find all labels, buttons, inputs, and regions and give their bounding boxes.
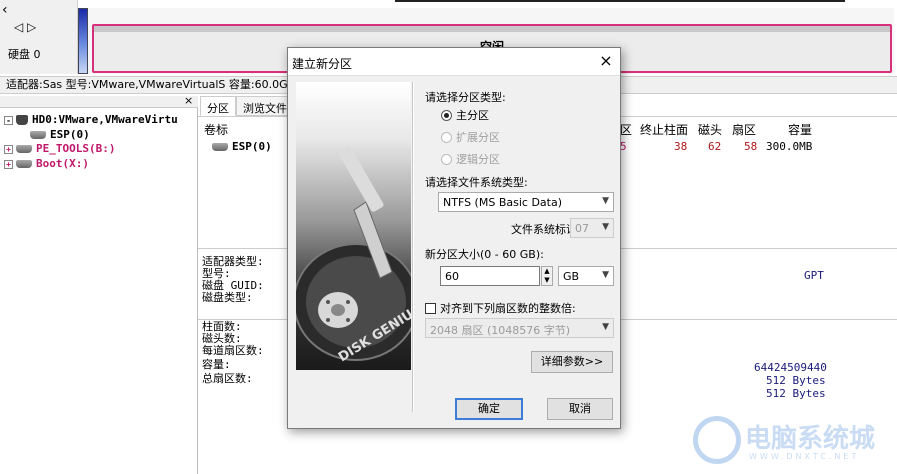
disk-tree: × - HD0:VMware,VMwareVirtu ESP(0) + PE_TOO…	[0, 94, 198, 474]
watermark-logo-icon	[693, 416, 741, 464]
ok-button[interactable]: 确定	[455, 398, 523, 420]
tree-close-icon[interactable]: ×	[184, 94, 193, 107]
col-volume[interactable]: 卷标	[204, 121, 228, 138]
size-label: 新分区大小(0 - 60 GB):	[425, 248, 544, 261]
top-divider	[395, 0, 845, 2]
disk-genius-image: DISK GENIUS	[296, 82, 411, 370]
collapse-icon[interactable]: -	[4, 115, 13, 125]
size-input[interactable]: 60	[440, 266, 540, 286]
total-sectors-label: 总扇区数:	[202, 372, 253, 385]
col-capacity[interactable]: 容量	[788, 121, 812, 138]
radio-extended-partition[interactable]: 扩展分区	[441, 129, 500, 145]
size-unit-select[interactable]: GB ▼	[558, 266, 614, 286]
dialog-divider	[412, 82, 414, 412]
dialog-titlebar[interactable]: 建立新分区 ×	[288, 48, 620, 76]
expand-icon[interactable]: +	[4, 159, 13, 169]
col-end-cylinder[interactable]: 终止柱面	[640, 121, 688, 138]
watermark-url: WWW.DNXTC.NET	[749, 452, 860, 461]
new-partition-dialog: 建立新分区 × DISK GENIUS 请选择分区类型: 主分区 扩展分区 逻辑…	[287, 47, 621, 429]
tree-item-label: HD0:VMware,VMwareVirtu	[32, 113, 178, 126]
watermark-text: 电脑系统城	[745, 424, 876, 454]
chevron-down-icon: ▼	[602, 222, 609, 232]
fs-type-select[interactable]: NTFS (MS Basic Data) ▼	[438, 192, 614, 212]
radio-icon	[441, 154, 452, 165]
col-head[interactable]: 磁头	[698, 121, 722, 138]
align-select[interactable]: 2048 扇区 (1048576 字节) ▼	[425, 318, 614, 338]
tree-item-label: ESP(0)	[50, 128, 90, 141]
row-capacity: 300.0MB	[766, 140, 813, 153]
tree-item-boot[interactable]: + Boot(X:)	[4, 157, 89, 170]
disk-usage-bar[interactable]	[78, 8, 88, 74]
disk-type-label: 磁盘类型:	[202, 291, 253, 304]
disk-label: 硬盘 0	[8, 48, 41, 61]
physical-sector-size-value: 512 Bytes	[766, 387, 826, 400]
fs-id-select[interactable]: 07 ▼	[570, 218, 614, 238]
tab-browse-files[interactable]: 浏览文件	[236, 96, 294, 116]
row-end-cyl: 38	[674, 140, 688, 153]
align-checkbox[interactable]: 对齐到下列扇区数的整数倍:	[425, 300, 576, 316]
harddisk-illustration-icon: DISK GENIUS	[296, 146, 411, 365]
chevron-down-icon: ▼	[602, 196, 609, 206]
watermark: 电脑系统城 WWW.DNXTC.NET	[693, 412, 893, 468]
disk-nav-arrows-icon[interactable]: ◁ ▷	[14, 20, 36, 34]
partition-icon	[16, 160, 32, 168]
fs-type-label: 请选择文件系统类型:	[425, 176, 528, 189]
disk-nav-panel: ‹ ◁ ▷ 硬盘 0	[0, 0, 78, 74]
col-sector[interactable]: 扇区	[732, 121, 756, 138]
partition-type-label: 请选择分区类型:	[425, 91, 506, 104]
chevron-down-icon: ▼	[602, 270, 609, 280]
advanced-params-button[interactable]: 详细参数>>	[531, 351, 613, 373]
disk-type-value: GPT	[804, 269, 824, 282]
tab-partitions[interactable]: 分区	[200, 96, 236, 116]
radio-primary-partition[interactable]: 主分区	[441, 107, 489, 123]
radio-checked-icon	[441, 110, 452, 121]
sector-size-value: 512 Bytes	[766, 374, 826, 387]
capacity-label: 容量:	[202, 358, 231, 371]
partition-icon	[212, 143, 228, 151]
sectors-per-track-label: 每道扇区数:	[202, 344, 264, 357]
tree-item-hd0[interactable]: - HD0:VMware,VMwareVirtu	[4, 113, 178, 126]
expand-icon[interactable]: +	[4, 144, 13, 154]
dialog-title: 建立新分区	[292, 57, 353, 71]
radio-icon	[441, 132, 452, 143]
row-sector: 58	[744, 140, 758, 153]
tree-item-label: Boot(X:)	[36, 157, 89, 170]
tree-item-label: PE_TOOLS(B:)	[36, 142, 116, 155]
back-arrow-icon[interactable]: ‹	[2, 2, 8, 18]
cancel-button[interactable]: 取消	[547, 398, 613, 420]
capacity-value: 64424509440	[754, 361, 827, 374]
radio-logical-partition[interactable]: 逻辑分区	[441, 151, 500, 167]
checkbox-icon	[425, 303, 436, 314]
tree-header: ×	[0, 94, 198, 108]
tree-item-pe-tools[interactable]: + PE_TOOLS(B:)	[4, 142, 115, 155]
size-spinner[interactable]: ▲ ▼	[541, 266, 553, 286]
row-volume: ESP(0)	[212, 140, 272, 153]
harddisk-icon	[16, 115, 28, 125]
partition-icon	[30, 131, 46, 139]
col-start-cylinder[interactable]: 区	[620, 121, 632, 138]
spin-up-icon[interactable]: ▲	[542, 267, 552, 276]
close-icon[interactable]: ×	[594, 50, 618, 74]
tree-item-esp[interactable]: ESP(0)	[30, 128, 90, 141]
chevron-down-icon: ▼	[602, 322, 609, 332]
partition-icon	[16, 145, 32, 153]
spin-down-icon[interactable]: ▼	[542, 276, 552, 285]
row-head: 62	[708, 140, 722, 153]
